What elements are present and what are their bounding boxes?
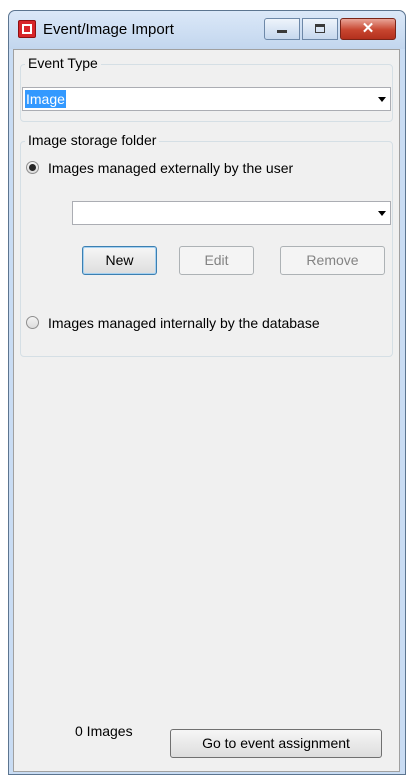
maximize-icon bbox=[315, 24, 325, 33]
image-count: 0 Images bbox=[75, 723, 133, 739]
edit-folder-button[interactable]: Edit bbox=[179, 246, 254, 275]
event-type-caption: Event Type bbox=[25, 55, 101, 71]
window-frame: Event/Image Import ✕ Event Type Image Im… bbox=[8, 10, 406, 775]
chevron-down-icon[interactable] bbox=[378, 211, 386, 216]
close-icon: ✕ bbox=[361, 20, 375, 37]
maximize-button[interactable] bbox=[302, 18, 338, 40]
external-storage-option[interactable]: Images managed externally by the user bbox=[26, 158, 386, 178]
event-type-value: Image bbox=[25, 90, 66, 108]
external-storage-label[interactable]: Images managed externally by the user bbox=[48, 158, 293, 178]
minimize-icon bbox=[277, 30, 287, 33]
internal-storage-option[interactable]: Images managed internally by the databas… bbox=[26, 313, 386, 333]
remove-folder-button[interactable]: Remove bbox=[280, 246, 385, 275]
chevron-down-icon[interactable] bbox=[378, 97, 386, 102]
external-storage-radio[interactable] bbox=[26, 161, 39, 174]
title-bar[interactable]: Event/Image Import ✕ bbox=[9, 11, 405, 49]
event-type-select[interactable]: Image bbox=[22, 87, 391, 111]
close-button[interactable]: ✕ bbox=[340, 18, 396, 40]
go-to-event-assignment-button[interactable]: Go to event assignment bbox=[170, 729, 382, 758]
app-icon bbox=[18, 20, 36, 38]
internal-storage-label[interactable]: Images managed internally by the databas… bbox=[48, 313, 320, 333]
storage-folder-caption: Image storage folder bbox=[25, 132, 160, 148]
storage-folder-select[interactable] bbox=[72, 201, 391, 225]
client-area: Event Type Image Image storage folder Im… bbox=[13, 49, 400, 772]
minimize-button[interactable] bbox=[264, 18, 300, 40]
window-title: Event/Image Import bbox=[43, 21, 174, 38]
new-folder-button[interactable]: New bbox=[82, 246, 157, 275]
internal-storage-radio[interactable] bbox=[26, 316, 39, 329]
